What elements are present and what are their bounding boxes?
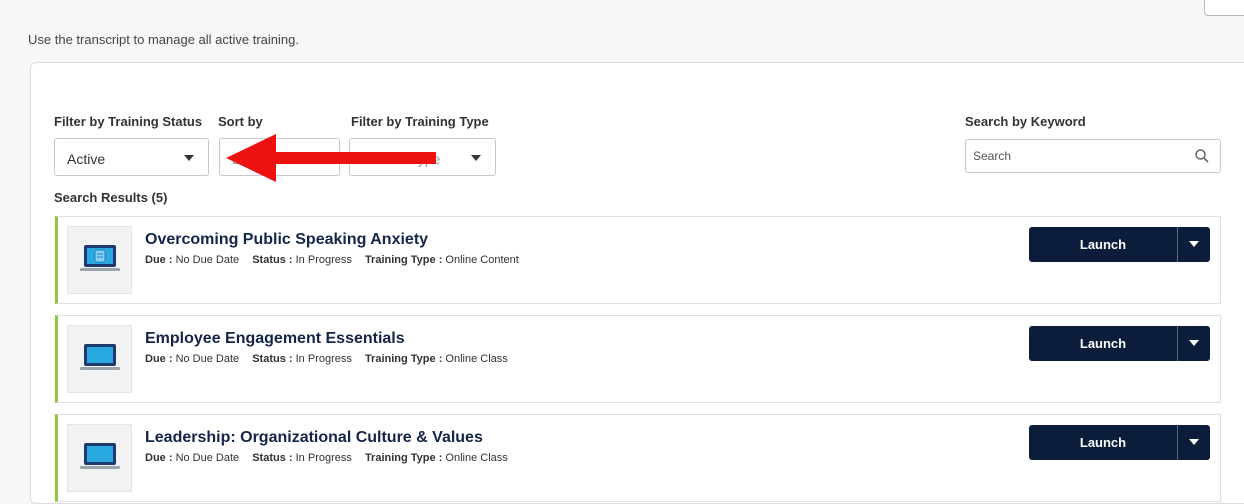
course-title[interactable]: Employee Engagement Essentials <box>145 330 405 348</box>
chevron-down-icon[interactable] <box>1189 340 1199 346</box>
chevron-down-icon <box>184 155 194 161</box>
course-title[interactable]: Overcoming Public Speaking Anxiety <box>145 231 428 249</box>
status-value: In Progress <box>295 254 352 266</box>
search-label: Search by Keyword <box>965 114 1086 129</box>
type-value: Online Content <box>445 254 519 266</box>
status-label: Status : <box>252 452 293 464</box>
status-value: In Progress <box>295 353 352 365</box>
course-thumbnail <box>67 226 132 294</box>
course-thumbnail <box>67 325 132 393</box>
status-filter-select[interactable]: Active <box>54 138 209 176</box>
type-filter-label: Filter by Training Type <box>351 114 489 129</box>
status-filter-value: Active <box>67 151 106 167</box>
chevron-down-icon[interactable] <box>1189 439 1199 445</box>
due-value: No Due Date <box>175 254 240 266</box>
launch-label: Launch <box>1079 237 1127 252</box>
due-label: Due : <box>145 452 173 464</box>
type-label: Training Type : <box>364 254 443 266</box>
launch-button[interactable]: Launch <box>1029 425 1210 460</box>
divider <box>1177 227 1178 262</box>
top-right-button[interactable] <box>1204 0 1244 16</box>
due-label: Due : <box>145 254 173 266</box>
search-icon[interactable] <box>1194 148 1210 164</box>
course-thumbnail <box>67 424 132 492</box>
divider <box>1177 425 1178 460</box>
launch-button[interactable]: Launch <box>1029 227 1210 262</box>
keyword-search[interactable] <box>965 139 1221 173</box>
status-value: In Progress <box>295 452 352 464</box>
laptop-icon <box>80 443 120 469</box>
training-card: Leadership: Organizational Culture & Val… <box>55 414 1221 502</box>
search-input[interactable] <box>967 141 1189 171</box>
launch-label: Launch <box>1079 435 1127 450</box>
document-laptop-icon <box>80 245 120 271</box>
due-value: No Due Date <box>175 452 240 464</box>
launch-button[interactable]: Launch <box>1029 326 1210 361</box>
training-card: Overcoming Public Speaking Anxiety Due :… <box>55 216 1221 304</box>
course-title[interactable]: Leadership: Organizational Culture & Val… <box>145 429 483 447</box>
annotation-arrow-icon <box>226 134 436 182</box>
course-meta: Due : No Due Date Status : In Progress T… <box>145 254 519 266</box>
search-results-count: Search Results (5) <box>54 190 168 205</box>
status-filter-label: Filter by Training Status <box>54 114 203 129</box>
laptop-icon <box>80 344 120 370</box>
intro-text: Use the transcript to manage all active … <box>28 32 299 47</box>
chevron-down-icon[interactable] <box>1189 241 1199 247</box>
type-value: Online Class <box>445 452 508 464</box>
status-label: Status : <box>252 254 293 266</box>
status-label: Status : <box>252 353 293 365</box>
type-label: Training Type : <box>364 452 443 464</box>
due-value: No Due Date <box>175 353 240 365</box>
due-label: Due : <box>145 353 173 365</box>
type-label: Training Type : <box>364 353 443 365</box>
chevron-down-icon <box>471 155 481 161</box>
course-meta: Due : No Due Date Status : In Progress T… <box>145 452 508 464</box>
course-meta: Due : No Due Date Status : In Progress T… <box>145 353 508 365</box>
training-card: Employee Engagement Essentials Due : No … <box>55 315 1221 403</box>
type-value: Online Class <box>445 353 508 365</box>
launch-label: Launch <box>1079 336 1127 351</box>
sort-label: Sort by <box>218 114 263 129</box>
divider <box>1177 326 1178 361</box>
